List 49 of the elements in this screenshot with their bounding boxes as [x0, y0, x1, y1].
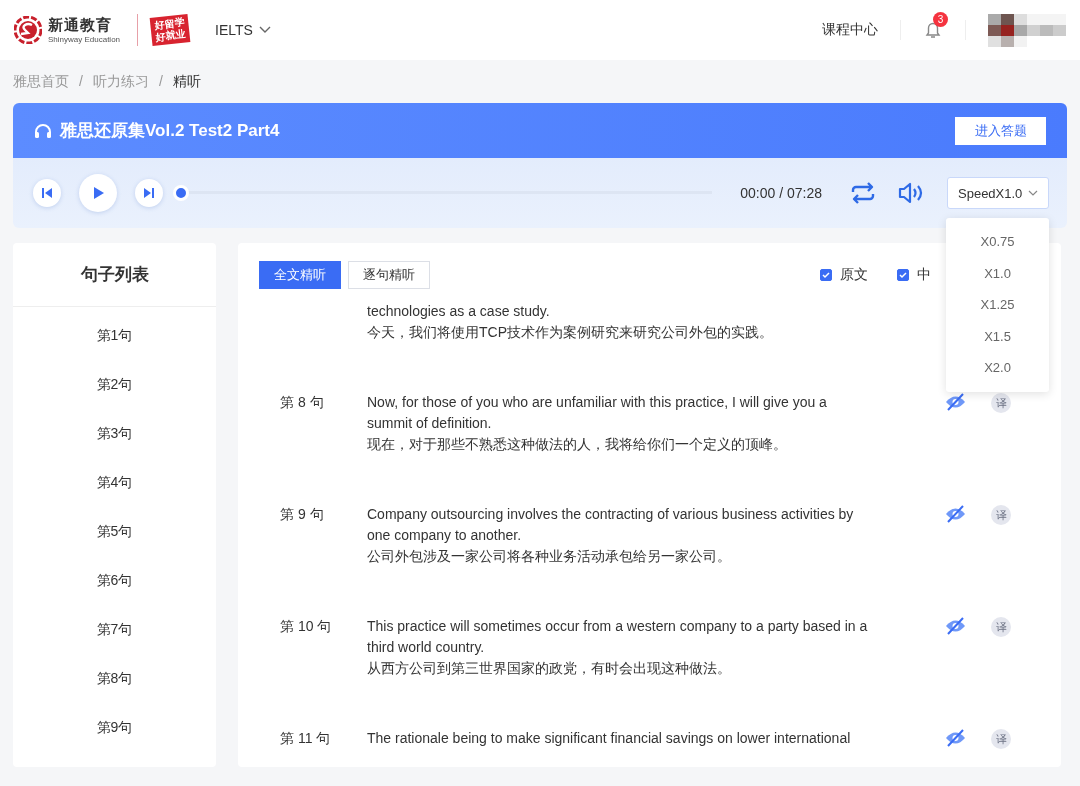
- logo-subtitle: Shinyway Education: [48, 35, 121, 44]
- translate-button[interactable]: 译: [991, 617, 1011, 637]
- breadcrumb-separator: /: [158, 73, 163, 90]
- speed-dropdown[interactable]: SpeedX1.0: [947, 177, 1049, 209]
- english-sentence: The rationale being to make significant financial savings on lower international: [367, 729, 852, 748]
- audio-title: 雅思还原集Vol.2 Test2 Part4: [60, 120, 281, 142]
- sentence-number: 第 10 句: [279, 617, 333, 636]
- checkbox-label: 中: [917, 266, 931, 284]
- sentence-list-item[interactable]: 第4句: [13, 458, 216, 507]
- slogan-badge: 好留学 好就业: [149, 14, 191, 46]
- speed-option[interactable]: X1.5: [946, 320, 1049, 352]
- sentence-number: 第 8 句: [279, 393, 325, 412]
- translate-button[interactable]: 译: [991, 393, 1011, 413]
- exam-dropdown[interactable]: IELTS: [215, 22, 271, 38]
- sentence-list-item[interactable]: 第6句: [13, 556, 216, 605]
- sentence-list-item[interactable]: 第2句: [13, 360, 216, 409]
- time-display: 00:00 / 07:28: [740, 185, 822, 201]
- breadcrumb-separator: /: [79, 73, 83, 90]
- english-sentence: Company outsourcing involves the contracting of various business activities by one company to another.: [367, 505, 855, 545]
- sentence-list-item[interactable]: 第1句: [13, 311, 216, 360]
- chinese-translation: 公司外包涉及一家公司将各种业务活动承包给另一家公司。: [367, 547, 732, 566]
- enter-answer-button[interactable]: 进入答题: [955, 116, 1046, 145]
- nav-link[interactable]: 课程中心: [822, 21, 878, 39]
- mode-tab[interactable]: 全文精听: [259, 261, 341, 289]
- english-sentence: Now, for those of you who are unfamiliar with this practice, I will give you a summit of definition.: [367, 393, 828, 433]
- panel-title: 句子列表: [13, 243, 216, 307]
- breadcrumb-link[interactable]: 精听: [172, 73, 201, 90]
- speed-option[interactable]: X2.0: [946, 352, 1049, 384]
- english-sentence: technologies as a case study.: [367, 302, 551, 321]
- checkbox-label: 原文: [840, 266, 868, 284]
- notification-badge: 3: [933, 12, 948, 27]
- sentence-list-item[interactable]: 第8句: [13, 654, 216, 703]
- speed-option[interactable]: X1.0: [946, 257, 1049, 289]
- speed-option[interactable]: X1.25: [946, 289, 1049, 321]
- sentence-list-item[interactable]: 第5句: [13, 507, 216, 556]
- sentence-number: 第 11 句: [279, 729, 332, 748]
- chinese-translation: 今天，我们将使用TCP技术作为案例研究来研究公司外包的实践。: [367, 323, 774, 342]
- mode-tab[interactable]: 逐句精听: [348, 261, 430, 289]
- logo-text: 新通教育: [48, 16, 113, 35]
- sentence-list-item[interactable]: 第9句: [13, 703, 216, 752]
- translate-button[interactable]: 译: [991, 729, 1011, 749]
- sentence-number: 第 9 句: [279, 505, 325, 524]
- chinese-translation: 现在，对于那些不熟悉这种做法的人，我将给你们一个定义的顶峰。: [367, 435, 788, 454]
- chinese-translation: 从西方公司到第三世界国家的政党，有时会出现这种做法。: [367, 659, 732, 678]
- sentence-list-item[interactable]: 第7句: [13, 605, 216, 654]
- translate-button[interactable]: 译: [991, 505, 1011, 525]
- speed-option[interactable]: X0.75: [946, 226, 1049, 258]
- sentence-list-item[interactable]: 第3句: [13, 409, 216, 458]
- english-sentence: This practice will sometimes occur from a western company to a party based in a third world country.: [367, 617, 869, 657]
